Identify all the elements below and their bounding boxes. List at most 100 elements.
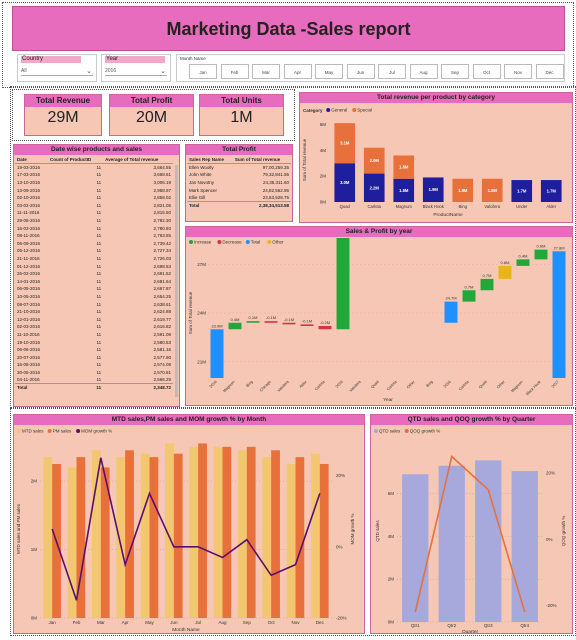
table-row[interactable]: 26-02-2016 11 2,691.52 <box>15 270 173 278</box>
month-button-jul[interactable]: Jul <box>378 64 406 79</box>
data-label: 1.8M <box>488 188 498 193</box>
table-row[interactable]: 13-09-2016 11 2,958.97 <box>15 186 173 194</box>
month-button-dec[interactable]: Dec <box>535 64 564 79</box>
table-row[interactable]: 06-06-2016 11 2,581.16 <box>15 346 173 354</box>
table-row[interactable]: 05-12-2016 11 2,727.34 <box>15 247 173 255</box>
scrollbar[interactable] <box>175 165 178 397</box>
table-row[interactable]: 17-03-2016 11 3,658.61 <box>15 171 173 179</box>
x-tick-label: Carlota <box>368 204 382 209</box>
x-tick-label: Jan <box>49 620 57 625</box>
table-cell: 06-06-2016 <box>17 347 41 353</box>
data-label: 1.8M <box>399 188 409 193</box>
table-row[interactable]: 14-01-2016 11 2,681.64 <box>15 278 173 286</box>
month-button-may[interactable]: May <box>315 64 343 79</box>
table-row[interactable]: 05-09-2016 11 2,739.42 <box>15 240 173 248</box>
table-row[interactable]: 11-10-2016 11 2,591.08 <box>15 331 173 339</box>
table-row[interactable]: 08-07-2016 11 2,638.61 <box>15 300 173 308</box>
table-row[interactable]: 16-08-2016 11 2,574.08 <box>15 361 173 369</box>
y-axis-label: Sum of Total revenue <box>188 291 193 334</box>
month-button-mar[interactable]: Mar <box>252 64 280 79</box>
table-cell: 11-10-2016 <box>17 331 40 337</box>
table-row[interactable]: 02-10-2016 11 2,858.02 <box>15 194 173 202</box>
month-button-jun[interactable]: Jun <box>346 64 375 79</box>
y-tick-label: 21M <box>197 359 206 364</box>
table-row[interactable]: 19-03-2016 11 3,664.55 <box>15 164 173 172</box>
table-row[interactable]: 11-11-2016 11 2,815.50 <box>15 209 173 217</box>
y-tick-label: 0M <box>388 620 395 625</box>
table-row[interactable]: 03-02-2016 11 2,821.05 <box>15 202 173 210</box>
month-button-oct[interactable]: Oct <box>472 64 501 79</box>
table-cell: 02-10-2016 <box>17 195 41 201</box>
date-table-card: Date wise products and sales Date Count … <box>13 144 180 407</box>
table-row[interactable]: 06-05-2016 11 2,667.87 <box>15 285 173 293</box>
table-row[interactable]: 10-05-2016 11 2,654.25 <box>15 293 173 301</box>
table-row[interactable]: John White 79,32,841.55 <box>187 171 291 179</box>
bar-mtd-sales <box>92 450 101 618</box>
col-sum-revenue[interactable]: Sum of Total revenue <box>232 156 291 165</box>
month-button-feb[interactable]: Feb <box>220 64 249 79</box>
table-row[interactable]: 30-05-2016 11 2,570.81 <box>15 369 173 377</box>
y2-tick-label: 0% <box>336 544 343 549</box>
table-cell: 11 <box>96 278 102 284</box>
table-row[interactable]: 29-08-2016 11 2,782.30 <box>15 217 173 225</box>
table-row[interactable]: 21-10-2016 11 2,624.88 <box>15 308 173 316</box>
x-tick-label: Feb <box>73 620 81 625</box>
table-row[interactable]: 16-03-2016 11 2,780.93 <box>15 224 173 232</box>
chevron-down-icon[interactable]: ⌄ <box>86 67 92 75</box>
legend-marker <box>267 240 272 244</box>
country-slicer[interactable]: Country All ⌄ <box>17 54 97 82</box>
chevron-down-icon[interactable]: ⌄ <box>160 67 166 75</box>
table-cell: 11 <box>96 165 102 171</box>
x-tick-label: Under <box>516 204 528 209</box>
y-axis-label: QTD sales <box>375 520 380 542</box>
y-tick-label: 1M <box>31 547 38 552</box>
table-row[interactable]: 13-10-2016 11 3,006.19 <box>15 179 173 187</box>
x-tick-label: Qtr2 <box>447 623 456 628</box>
year-slicer-value[interactable]: 2016 <box>105 68 167 76</box>
table-row[interactable]: Mark Spencer 24,82,562.95 <box>187 186 291 194</box>
y-axis-label: Sum of Total revenue <box>302 138 307 181</box>
legend-label: Special <box>357 108 372 113</box>
year-slicer[interactable]: Year 2016 ⌄ <box>101 54 171 82</box>
table-row[interactable]: 02-03-2016 11 2,616.82 <box>15 323 173 331</box>
legend-label: Decrease <box>222 240 242 245</box>
table-cell: 11 <box>96 225 102 231</box>
table-row[interactable]: Ellie Gill 23,63,528.75 <box>187 194 291 202</box>
country-slicer-value[interactable]: All <box>21 68 93 76</box>
col-sales-rep[interactable]: Sales Rep Name <box>187 156 233 165</box>
x-tick-label: Apr <box>122 620 130 625</box>
table-row[interactable]: Jan Novotny 24,35,311.60 <box>187 179 291 187</box>
month-button-nov[interactable]: Nov <box>504 64 532 79</box>
data-label: 1.8M <box>458 188 468 193</box>
month-chart-title: MTD sales,PM sales and MOM growth % by M… <box>14 415 364 425</box>
table-cell: 3,658.61 <box>153 172 171 178</box>
table-cell: 11 <box>96 286 102 292</box>
month-button-aug[interactable]: Aug <box>409 64 438 79</box>
col-date[interactable]: Date <box>15 156 48 165</box>
month-button-jan[interactable]: Jan <box>189 64 217 79</box>
date-table: Date Count of ProductID Average of Total… <box>15 156 173 392</box>
x-tick-label: 2016 <box>209 380 218 389</box>
table-row[interactable]: 21-11-2016 11 2,726.03 <box>15 255 173 263</box>
table-row[interactable]: Ellen Woolly 97,00,259.35 <box>187 164 291 172</box>
bar-pm-sales <box>125 450 134 618</box>
table-row[interactable]: 04-11-2016 11 2,566.29 <box>15 376 173 384</box>
table-row[interactable]: 19-10-2016 11 2,580.53 <box>15 338 173 346</box>
table-cell: 2,38,34,513.58 <box>232 201 291 210</box>
month-button-sep[interactable]: Sep <box>441 64 469 79</box>
table-row[interactable]: 08-11-2016 11 2,763.55 <box>15 232 173 240</box>
x-tick-label: Magnum <box>510 380 523 393</box>
col-count[interactable]: Count of ProductID <box>47 156 104 165</box>
x-tick-label: Oct <box>268 620 276 625</box>
table-cell: 2,577.90 <box>153 354 171 360</box>
x-tick-label: Quad <box>478 380 487 389</box>
x-tick-label: Black Hook <box>423 204 445 209</box>
month-button-apr[interactable]: Apr <box>283 64 312 79</box>
col-avg[interactable]: Average of Total revenue <box>103 156 173 165</box>
bar-pm-sales <box>246 446 256 618</box>
table-row[interactable]: 01-12-2016 11 2,698.53 <box>15 262 173 270</box>
table-row[interactable]: 12-01-2016 11 2,619.77 <box>15 315 173 323</box>
table-row[interactable]: 20-07-2016 11 2,577.90 <box>15 353 173 361</box>
y-tick-label: 0M <box>31 616 38 621</box>
legend-marker <box>17 429 21 433</box>
